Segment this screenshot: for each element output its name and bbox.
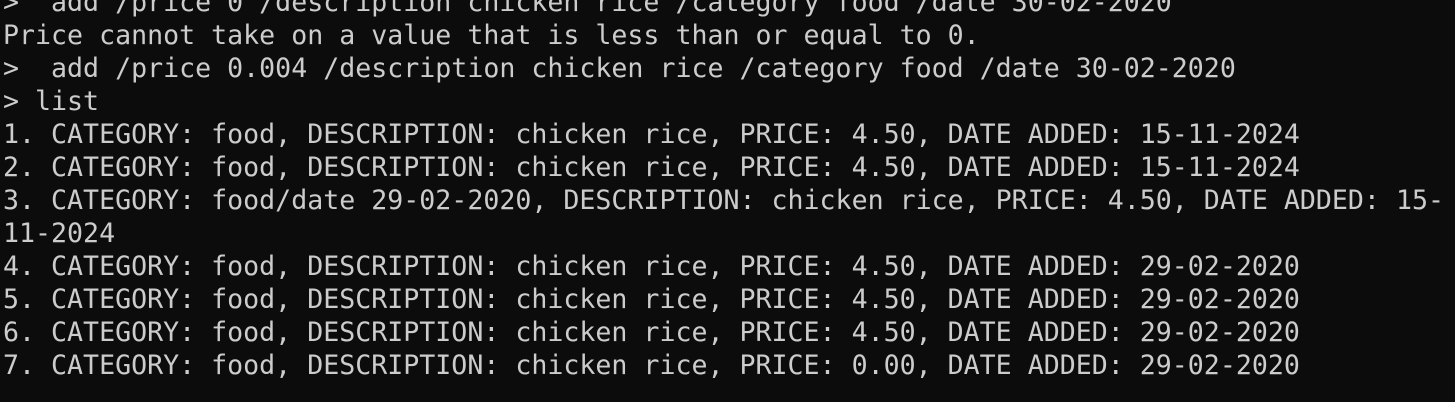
list-item: 4. CATEGORY: food, DESCRIPTION: chicken … xyxy=(3,251,1300,282)
command-line: > list xyxy=(3,86,100,117)
list-item-wrapped-continuation: 11-2024 xyxy=(3,218,116,249)
command-line: > add /price 0.004 /description chicken … xyxy=(3,53,1236,84)
list-item: 6. CATEGORY: food, DESCRIPTION: chicken … xyxy=(3,317,1300,348)
list-item: 1. CATEGORY: food, DESCRIPTION: chicken … xyxy=(3,119,1300,150)
list-item: 7. CATEGORY: food, DESCRIPTION: chicken … xyxy=(3,350,1300,381)
terminal-output: > add /price 0 /description chicken rice… xyxy=(3,0,1455,382)
error-message: Price cannot take on a value that is les… xyxy=(3,20,980,51)
list-item: 3. CATEGORY: food/date 29-02-2020, DESCR… xyxy=(3,185,1444,216)
list-item: 2. CATEGORY: food, DESCRIPTION: chicken … xyxy=(3,152,1300,183)
list-item: 5. CATEGORY: food, DESCRIPTION: chicken … xyxy=(3,284,1300,315)
command-line: > add /price 0 /description chicken rice… xyxy=(3,0,1172,18)
terminal-window[interactable]: > add /price 0 /description chicken rice… xyxy=(0,0,1455,402)
